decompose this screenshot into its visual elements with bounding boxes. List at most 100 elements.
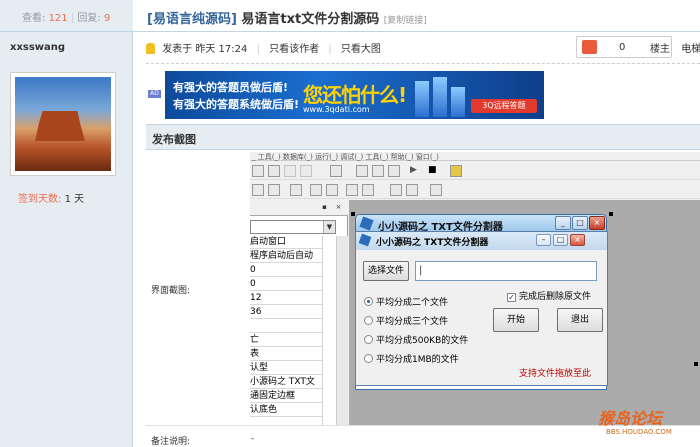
align-center-icon[interactable] xyxy=(268,184,280,196)
meta-divider: | xyxy=(256,44,260,55)
elevator-label[interactable]: 电梯 xyxy=(681,44,700,55)
only-image-link[interactable]: 只看大图 xyxy=(341,44,381,55)
close-icon[interactable]: × xyxy=(334,203,343,212)
property-row[interactable]: 程序启动后自动 xyxy=(250,250,322,263)
property-row[interactable]: 小源码之 TXT文 xyxy=(250,376,322,389)
minimize-button[interactable]: – xyxy=(536,234,551,246)
align-bottom-icon[interactable] xyxy=(346,184,358,196)
check-icon: ✓ xyxy=(507,293,516,302)
note-label: 备注说明: xyxy=(151,437,191,447)
property-row[interactable]: 表 xyxy=(250,348,322,361)
property-row[interactable] xyxy=(250,320,322,333)
copy-link[interactable]: [复制链接] xyxy=(384,16,427,26)
avatar-image xyxy=(15,77,111,171)
same-height-icon[interactable] xyxy=(362,184,374,196)
app-form[interactable]: 小小源码之 TXT文件分割器 – □ × 选择文件 | ✓ 完成后删除原文件 平均… xyxy=(355,231,608,386)
property-row[interactable]: 认底色 xyxy=(250,404,322,417)
option-label: 平均分成二个文件 xyxy=(376,298,449,308)
stop-icon[interactable]: ■ xyxy=(428,165,440,177)
align-middle-icon[interactable] xyxy=(326,184,338,196)
author-name[interactable]: xxsswang xyxy=(10,42,65,53)
paste-icon[interactable] xyxy=(252,165,264,177)
thread-category[interactable]: [易语言纯源码] xyxy=(147,12,237,27)
note-value: - xyxy=(251,434,255,444)
close-button[interactable]: × xyxy=(589,216,605,230)
copy-icon[interactable] xyxy=(268,165,280,177)
thread-title: 易语言txt文件分割源码 xyxy=(241,12,380,27)
file-path-input[interactable]: | xyxy=(415,261,597,281)
selection-handle[interactable] xyxy=(609,212,613,216)
delete-after-checkbox[interactable]: ✓ 完成后删除原文件 xyxy=(507,289,591,302)
reply-count: 9 xyxy=(103,13,111,24)
author-sidebar xyxy=(0,0,133,447)
option-1mb[interactable]: 平均分成1MB的文件 xyxy=(364,352,459,365)
property-row[interactable]: 12 xyxy=(250,292,322,305)
post-time: 发表于 昨天 17:24 xyxy=(162,44,248,55)
align-top-icon[interactable] xyxy=(310,184,322,196)
ide-toolbar-1: ▶ ■ xyxy=(250,162,700,180)
checkin-label: 签到天数: xyxy=(18,194,62,205)
tools-icon[interactable] xyxy=(450,165,462,177)
maximize-button[interactable]: □ xyxy=(572,216,588,230)
property-row[interactable]: 36 xyxy=(250,306,322,319)
radio-icon xyxy=(364,297,373,306)
option-500kb[interactable]: 平均分成500KB的文件 xyxy=(364,333,468,346)
only-author-link[interactable]: 只看该作者 xyxy=(269,44,319,55)
form-title-text: 小小源码之 TXT文件分割器 xyxy=(376,238,489,248)
property-row[interactable]: 认型 xyxy=(250,362,322,375)
delete-after-label: 完成后删除原文件 xyxy=(519,292,592,302)
ad-url: www.3qdati.com xyxy=(303,105,370,114)
forum-watermark: 猴岛论坛 xyxy=(598,409,663,428)
layout2-icon[interactable] xyxy=(372,165,384,177)
property-scrollbar[interactable] xyxy=(336,236,348,425)
redo-icon[interactable] xyxy=(300,165,312,177)
avatar-rock-shape xyxy=(35,111,85,141)
ad-button[interactable]: 3Q远程答题 xyxy=(471,99,537,113)
screenshot-label: 界面截图: xyxy=(151,286,191,296)
layout3-icon[interactable] xyxy=(388,165,400,177)
screenshot-section-header: 发布截图 xyxy=(146,124,700,150)
checkin-value: 1 天 xyxy=(64,194,85,205)
property-row[interactable]: 亡 xyxy=(250,334,322,347)
same-size-icon[interactable] xyxy=(406,184,418,196)
exit-button[interactable]: 退出 xyxy=(557,308,603,332)
minimize-button[interactable]: _ xyxy=(555,216,571,230)
option-3files[interactable]: 平均分成三个文件 xyxy=(364,314,448,327)
selection-handle[interactable] xyxy=(351,212,355,216)
close-button[interactable]: × xyxy=(570,234,585,246)
thread-stats: 查看: 121 | 回复: 9 xyxy=(0,0,133,32)
divider xyxy=(146,63,700,64)
find-icon[interactable] xyxy=(330,165,342,177)
stats-divider: | xyxy=(70,13,75,24)
property-row[interactable]: 0 xyxy=(250,278,322,291)
thumbs-up-icon xyxy=(582,40,597,54)
maximize-button[interactable]: □ xyxy=(553,234,568,246)
selection-handle[interactable] xyxy=(694,362,698,366)
radio-icon xyxy=(364,335,373,344)
avatar[interactable] xyxy=(10,72,116,176)
reply-label: 回复: xyxy=(77,13,101,24)
ide-toolbar-2 xyxy=(250,181,700,199)
component-select[interactable]: ▼ xyxy=(250,220,336,234)
ad-banner[interactable]: 有强大的答题员做后盾! 有强大的答题系统做后盾! 您还怕什么! www.3qda… xyxy=(165,71,544,119)
choose-file-button[interactable]: 选择文件 xyxy=(363,261,409,281)
run-icon[interactable]: ▶ xyxy=(410,165,422,177)
option-label: 平均分成1MB的文件 xyxy=(376,355,459,365)
drag-drop-hint: 支持文件拖放至此 xyxy=(519,369,592,379)
like-count: 0 xyxy=(619,42,626,53)
property-row[interactable]: 通固定边框 xyxy=(250,390,322,403)
option-2files[interactable]: 平均分成二个文件 xyxy=(364,295,448,308)
start-button[interactable]: 开始 xyxy=(493,308,539,332)
property-row[interactable]: 0 xyxy=(250,264,322,277)
undo-icon[interactable] xyxy=(284,165,296,177)
align-right-icon[interactable] xyxy=(290,184,302,196)
property-row[interactable]: 启动窗口 xyxy=(250,236,322,249)
ad-building-shape xyxy=(415,81,429,117)
chevron-down-icon[interactable]: ▼ xyxy=(323,221,335,233)
layout1-icon[interactable] xyxy=(356,165,368,177)
align-left-icon[interactable] xyxy=(252,184,264,196)
pin-icon[interactable]: ▪ xyxy=(320,203,329,212)
same-width-icon[interactable] xyxy=(390,184,402,196)
property-panel-header: ▪ × xyxy=(250,200,348,216)
grid-icon[interactable] xyxy=(430,184,442,196)
